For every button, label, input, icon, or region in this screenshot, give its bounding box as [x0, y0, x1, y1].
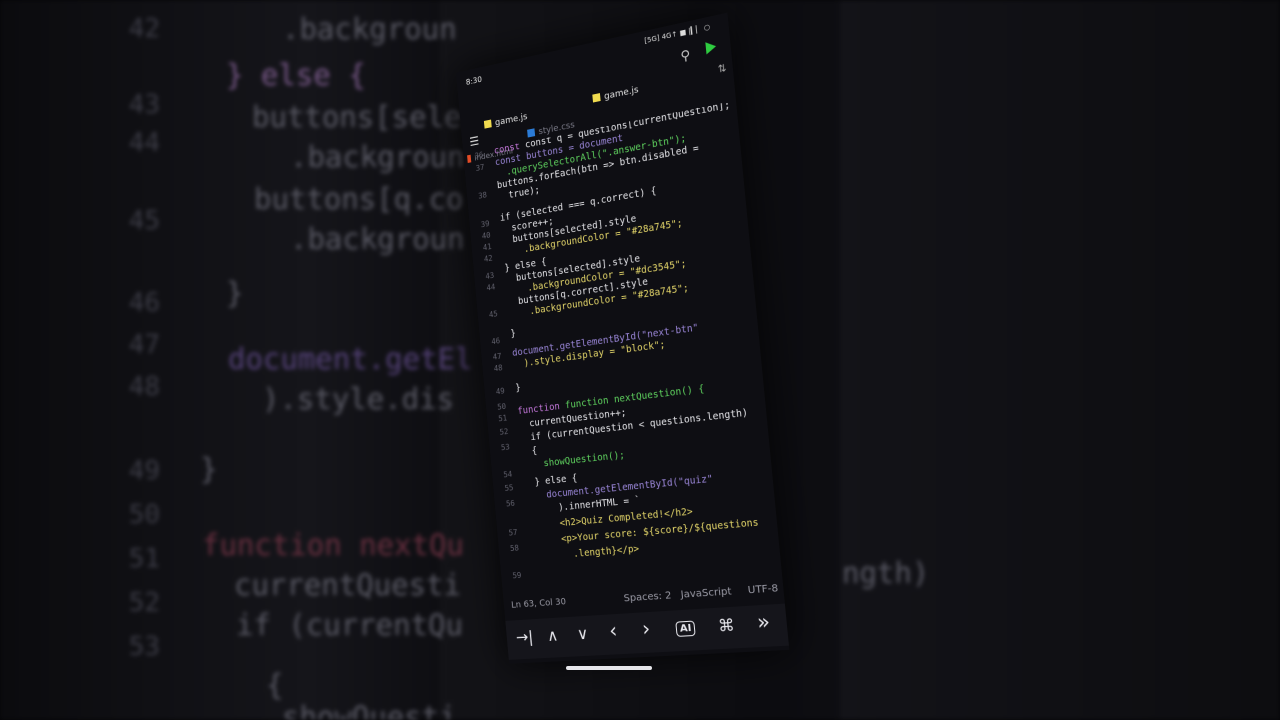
js-file-icon: [483, 119, 492, 129]
menu-icon[interactable]: ☰: [469, 134, 480, 149]
line-number: 47: [492, 351, 502, 362]
search-icon[interactable]: ⚲: [680, 48, 691, 65]
bg-code-line: }: [226, 276, 244, 310]
line-number: 38: [477, 190, 488, 201]
bg-code-line: } else {: [226, 58, 366, 92]
line-number: 54: [503, 469, 513, 480]
line-number: 59: [512, 570, 522, 581]
line-number: 58: [509, 543, 520, 554]
more-keys-button[interactable]: »: [756, 609, 771, 635]
bg-line-number: 45: [128, 206, 160, 236]
line-number: 48: [493, 363, 503, 374]
line-number: 46: [491, 336, 501, 347]
bg-code-line: .backgroun: [282, 12, 457, 46]
bg-code-line: .backgroun: [290, 140, 465, 174]
line-number: 39: [480, 219, 490, 230]
bg-line-number: 43: [128, 90, 160, 120]
bg-line-number: 52: [128, 588, 160, 618]
bg-line-number: 50: [128, 500, 160, 530]
status-time: 8:30: [465, 74, 483, 87]
line-number: 45: [488, 309, 499, 320]
code-line: .length}</p>: [530, 543, 640, 564]
code-editor[interactable]: 36 const const q = questions[currentQues…: [463, 100, 782, 595]
line-number: 44: [486, 282, 496, 293]
line-number: 49: [495, 386, 506, 397]
line-number: 56: [505, 498, 516, 509]
home-indicator[interactable]: [566, 666, 652, 670]
line-number: 41: [482, 242, 492, 253]
bg-code-line: currentQuesti: [234, 568, 461, 602]
bg-right-panel: [840, 0, 1280, 720]
code-line: }: [514, 382, 522, 394]
line-number: 50: [496, 401, 507, 412]
js-file-icon: [592, 93, 601, 103]
ai-assistant-button[interactable]: AI: [675, 620, 697, 637]
bg-code-line: ).style.dis: [262, 382, 455, 416]
bg-line-number: 48: [128, 372, 160, 402]
bg-code-line: .backgroun: [290, 222, 465, 256]
line-number: 40: [481, 230, 491, 241]
bg-line-number: 42: [128, 14, 160, 44]
arrow-left-key[interactable]: ‹: [608, 618, 618, 642]
code-line: showQuestion();: [522, 449, 626, 472]
tab-game-js[interactable]: game.js: [483, 112, 528, 130]
bg-code-line: function nextQu: [202, 528, 464, 562]
bg-line-number: 47: [128, 330, 160, 360]
bg-code-line: {: [266, 668, 284, 702]
code-line: }: [510, 328, 517, 340]
bg-code-line: if (currentQu: [236, 608, 463, 642]
cursor-position[interactable]: Ln 63, Col 30: [511, 597, 567, 610]
command-key[interactable]: ⌘: [717, 615, 735, 636]
bg-line-number: 51: [128, 544, 160, 574]
line-number: 43: [485, 270, 495, 281]
bg-code-line: showQuesti: [282, 700, 457, 720]
arrow-down-key[interactable]: ∨: [576, 624, 589, 644]
line-number: 42: [483, 253, 494, 264]
indent-setting[interactable]: Spaces: 2: [623, 590, 672, 604]
line-number: 57: [508, 528, 518, 538]
arrow-right-key[interactable]: ›: [641, 616, 651, 641]
bg-line-number: 46: [128, 288, 160, 318]
line-number: 52: [499, 427, 509, 437]
language-mode[interactable]: JavaScript: [680, 586, 732, 601]
bg-code-fragment: ngth): [842, 556, 930, 590]
css-file-icon: [527, 128, 536, 138]
line-number: 53: [500, 442, 511, 453]
file-encoding[interactable]: UTF-8: [747, 583, 779, 596]
bg-code-line: }: [200, 452, 218, 486]
bg-code-line: document.getEl: [228, 342, 473, 376]
tab-key[interactable]: →|: [515, 627, 534, 647]
line-number: 51: [498, 413, 508, 424]
play-icon[interactable]: [705, 40, 717, 55]
bg-line-number: 44: [128, 128, 160, 158]
line-number: 37: [475, 162, 485, 173]
tab-game-js-2[interactable]: game.js: [592, 85, 639, 104]
bg-line-number: 49: [128, 456, 160, 486]
bg-code-line: buttons[q.co: [254, 182, 464, 216]
code-line: {: [520, 445, 538, 458]
line-number: 55: [504, 483, 514, 493]
bg-line-number: 53: [128, 632, 160, 662]
sort-icon[interactable]: ⇅: [717, 63, 727, 76]
arrow-up-key[interactable]: ∧: [546, 626, 559, 645]
bg-code-line: buttons[sele: [252, 100, 462, 134]
